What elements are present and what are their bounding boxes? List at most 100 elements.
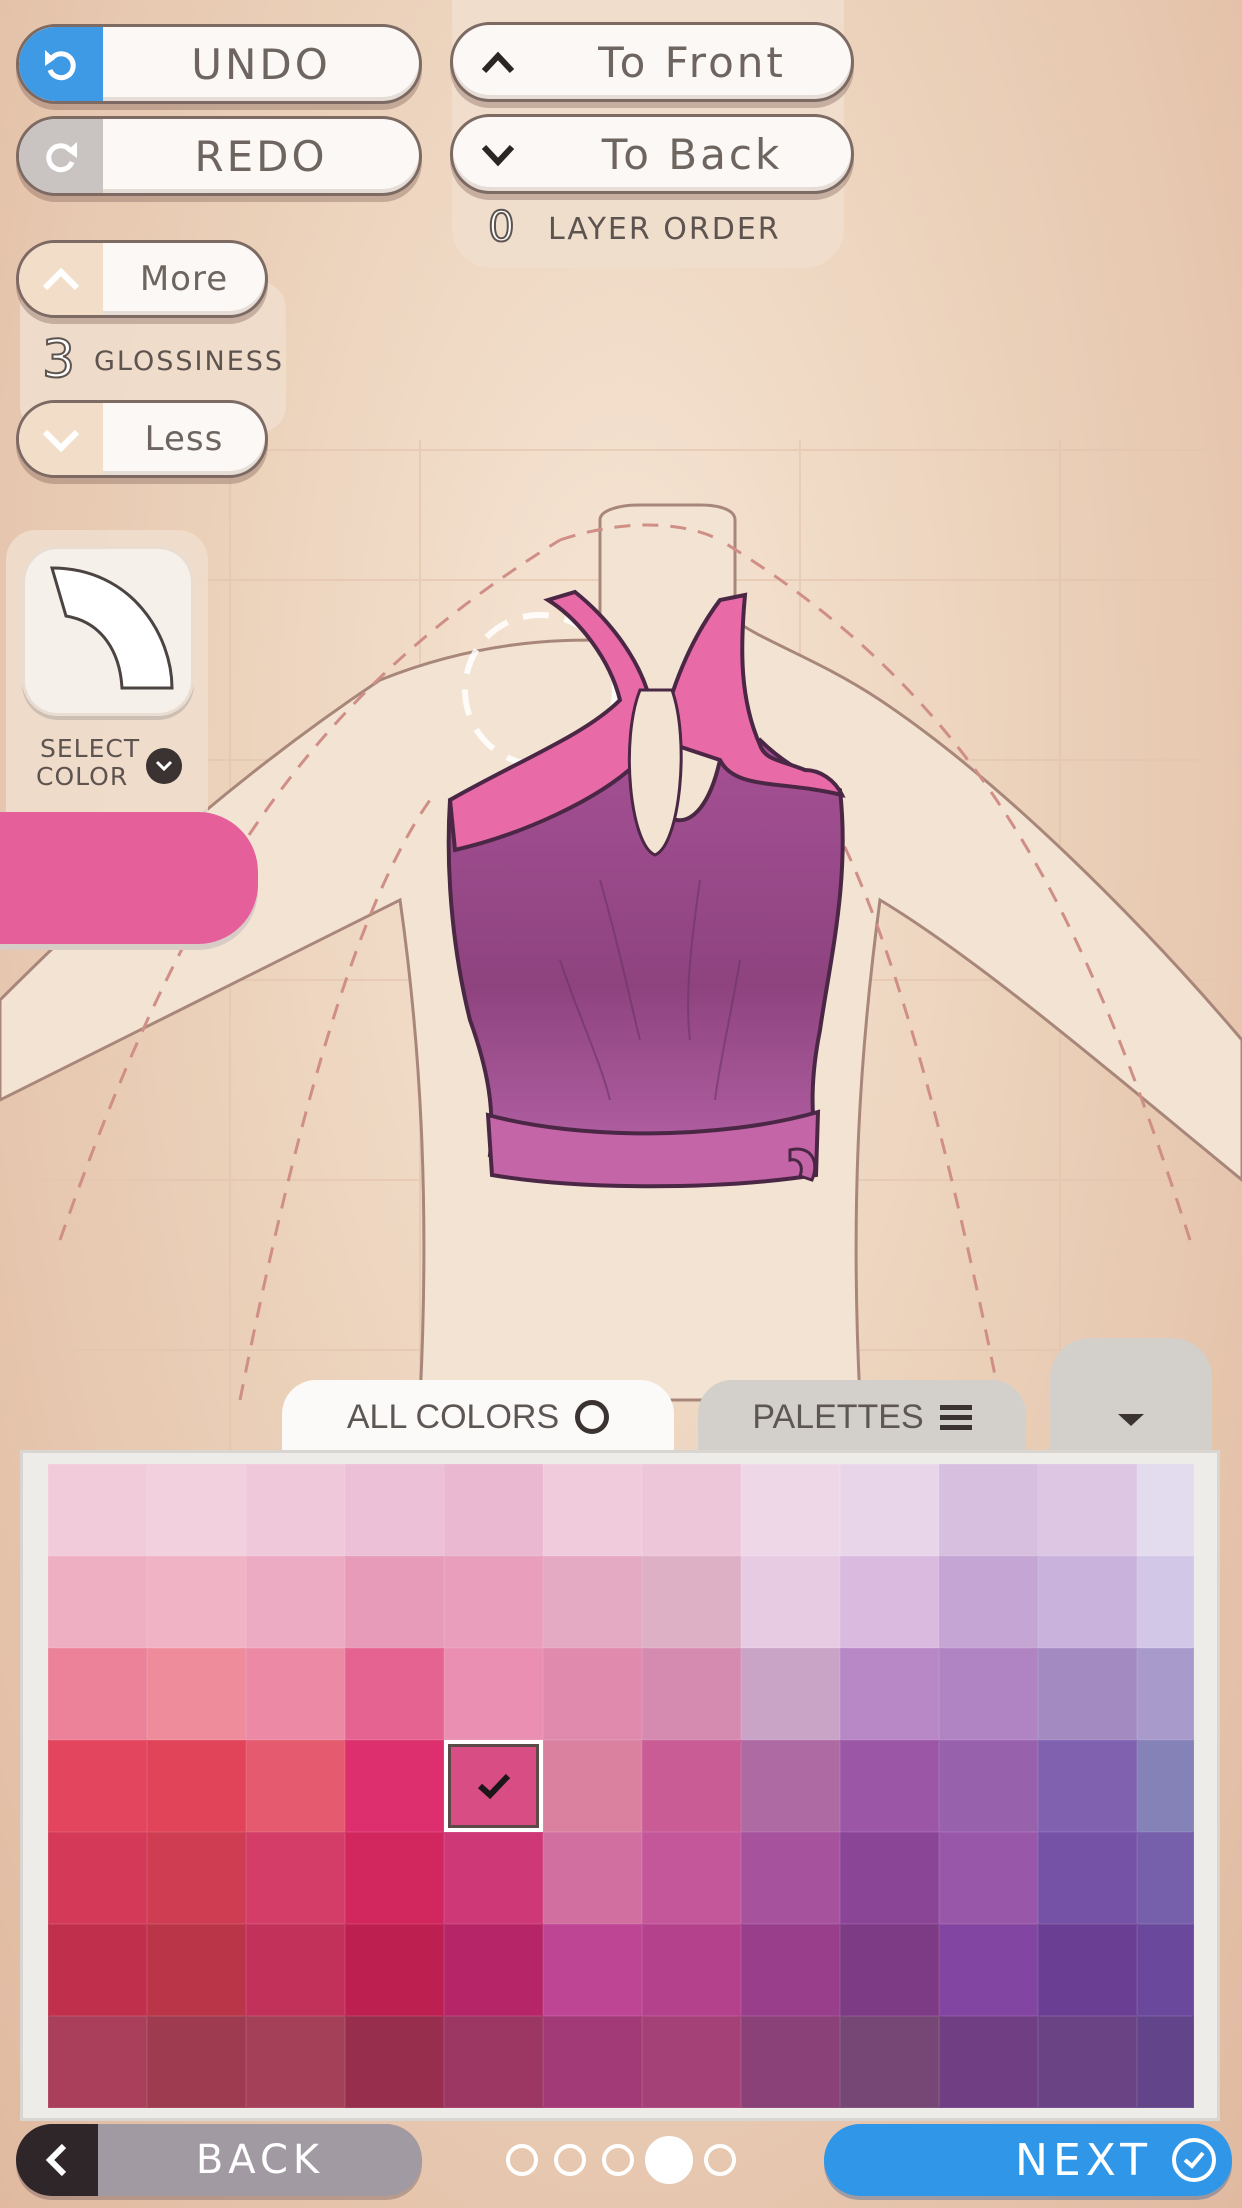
color-swatch[interactable] xyxy=(642,1464,741,1556)
color-swatch[interactable] xyxy=(444,1924,543,2016)
undo-button[interactable]: UNDO xyxy=(16,24,422,104)
select-color-dropdown-icon[interactable] xyxy=(146,748,182,784)
color-swatch[interactable] xyxy=(840,1464,939,1556)
color-swatch[interactable] xyxy=(741,1556,840,1648)
color-swatch[interactable] xyxy=(543,2016,642,2108)
color-swatch[interactable] xyxy=(741,1648,840,1740)
color-swatch[interactable] xyxy=(147,1740,246,1832)
color-swatch[interactable] xyxy=(444,1464,543,1556)
color-swatch[interactable] xyxy=(840,1832,939,1924)
color-swatch[interactable] xyxy=(444,1556,543,1648)
color-swatch[interactable] xyxy=(939,1648,1038,1740)
color-swatch[interactable] xyxy=(939,1740,1038,1832)
color-swatch[interactable] xyxy=(48,1556,147,1648)
color-swatch[interactable] xyxy=(48,1832,147,1924)
color-swatch[interactable] xyxy=(246,2016,345,2108)
color-swatch[interactable] xyxy=(246,1464,345,1556)
chevron-down-icon xyxy=(453,117,543,191)
color-swatch[interactable] xyxy=(345,1464,444,1556)
color-swatch[interactable] xyxy=(444,2016,543,2108)
color-swatch[interactable] xyxy=(147,2016,246,2108)
color-swatch[interactable] xyxy=(444,1648,543,1740)
color-swatch[interactable] xyxy=(48,2016,147,2108)
color-swatch[interactable] xyxy=(444,1832,543,1924)
back-button[interactable]: BACK xyxy=(16,2124,422,2196)
color-swatch[interactable] xyxy=(345,1556,444,1648)
color-swatch[interactable] xyxy=(246,1740,345,1832)
color-swatch[interactable] xyxy=(1137,1648,1194,1740)
color-swatch[interactable] xyxy=(840,1924,939,2016)
current-color-swatch[interactable] xyxy=(0,812,258,944)
color-swatch[interactable] xyxy=(345,1832,444,1924)
color-swatch[interactable] xyxy=(642,2016,741,2108)
color-swatch[interactable] xyxy=(642,1648,741,1740)
color-swatch[interactable] xyxy=(1038,1648,1137,1740)
color-swatch[interactable] xyxy=(642,1556,741,1648)
color-swatch[interactable] xyxy=(543,1556,642,1648)
color-swatch[interactable] xyxy=(345,1924,444,2016)
color-swatch[interactable] xyxy=(1038,1740,1137,1832)
color-swatch[interactable] xyxy=(1137,2016,1194,2108)
to-front-button[interactable]: To Front xyxy=(450,22,854,102)
color-swatch[interactable] xyxy=(345,2016,444,2108)
color-swatch[interactable] xyxy=(840,1740,939,1832)
color-swatch[interactable] xyxy=(246,1648,345,1740)
color-swatch[interactable] xyxy=(840,1556,939,1648)
color-swatch[interactable] xyxy=(147,1464,246,1556)
less-label: Less xyxy=(144,419,224,459)
color-swatch[interactable] xyxy=(642,1740,741,1832)
color-swatch[interactable] xyxy=(1137,1556,1194,1648)
color-swatch[interactable] xyxy=(1137,1740,1194,1832)
color-swatch[interactable] xyxy=(48,1464,147,1556)
tab-palettes[interactable]: PALETTES xyxy=(698,1380,1026,1454)
color-swatch[interactable] xyxy=(642,1924,741,2016)
tab-all-colors[interactable]: ALL COLORS xyxy=(282,1380,674,1454)
color-swatch[interactable] xyxy=(1137,1924,1194,2016)
color-swatch[interactable] xyxy=(543,1740,642,1832)
color-swatch[interactable] xyxy=(1038,1832,1137,1924)
color-swatch[interactable] xyxy=(939,1832,1038,1924)
color-swatch[interactable] xyxy=(543,1648,642,1740)
color-swatch[interactable] xyxy=(741,1464,840,1556)
color-swatch[interactable] xyxy=(48,1740,147,1832)
color-swatch[interactable] xyxy=(939,2016,1038,2108)
color-swatch[interactable] xyxy=(840,1648,939,1740)
less-button[interactable]: Less xyxy=(16,400,268,478)
color-swatch[interactable] xyxy=(939,1556,1038,1648)
next-button[interactable]: NEXT xyxy=(824,2124,1232,2196)
color-swatch[interactable] xyxy=(48,1924,147,2016)
color-swatch[interactable] xyxy=(741,1740,840,1832)
color-swatch[interactable] xyxy=(1038,2016,1137,2108)
color-swatch[interactable] xyxy=(48,1648,147,1740)
color-swatch[interactable] xyxy=(147,1556,246,1648)
color-swatch[interactable] xyxy=(246,1832,345,1924)
to-back-button[interactable]: To Back xyxy=(450,114,854,194)
redo-button[interactable]: REDO xyxy=(16,116,422,196)
color-swatch[interactable] xyxy=(1137,1832,1194,1924)
color-swatch[interactable] xyxy=(543,1924,642,2016)
color-swatch[interactable] xyxy=(543,1832,642,1924)
color-swatch-selected[interactable] xyxy=(444,1740,543,1832)
color-swatch[interactable] xyxy=(345,1740,444,1832)
shape-picker-button[interactable] xyxy=(22,546,194,716)
color-swatch[interactable] xyxy=(246,1924,345,2016)
color-swatch[interactable] xyxy=(345,1648,444,1740)
color-swatch[interactable] xyxy=(741,1832,840,1924)
color-swatch[interactable] xyxy=(642,1832,741,1924)
more-button[interactable]: More xyxy=(16,240,268,318)
color-swatch[interactable] xyxy=(147,1648,246,1740)
color-swatch[interactable] xyxy=(939,1464,1038,1556)
color-swatch[interactable] xyxy=(741,2016,840,2108)
color-swatch[interactable] xyxy=(1137,1464,1194,1556)
color-swatch[interactable] xyxy=(147,1832,246,1924)
color-swatch[interactable] xyxy=(1038,1924,1137,2016)
color-swatch[interactable] xyxy=(543,1464,642,1556)
color-swatch[interactable] xyxy=(246,1556,345,1648)
color-swatch[interactable] xyxy=(147,1924,246,2016)
color-swatch[interactable] xyxy=(741,1924,840,2016)
color-swatch[interactable] xyxy=(939,1924,1038,2016)
color-swatch[interactable] xyxy=(840,2016,939,2108)
color-swatch[interactable] xyxy=(1038,1464,1137,1556)
collapse-palette-button[interactable] xyxy=(1050,1338,1212,1454)
color-swatch[interactable] xyxy=(1038,1556,1137,1648)
